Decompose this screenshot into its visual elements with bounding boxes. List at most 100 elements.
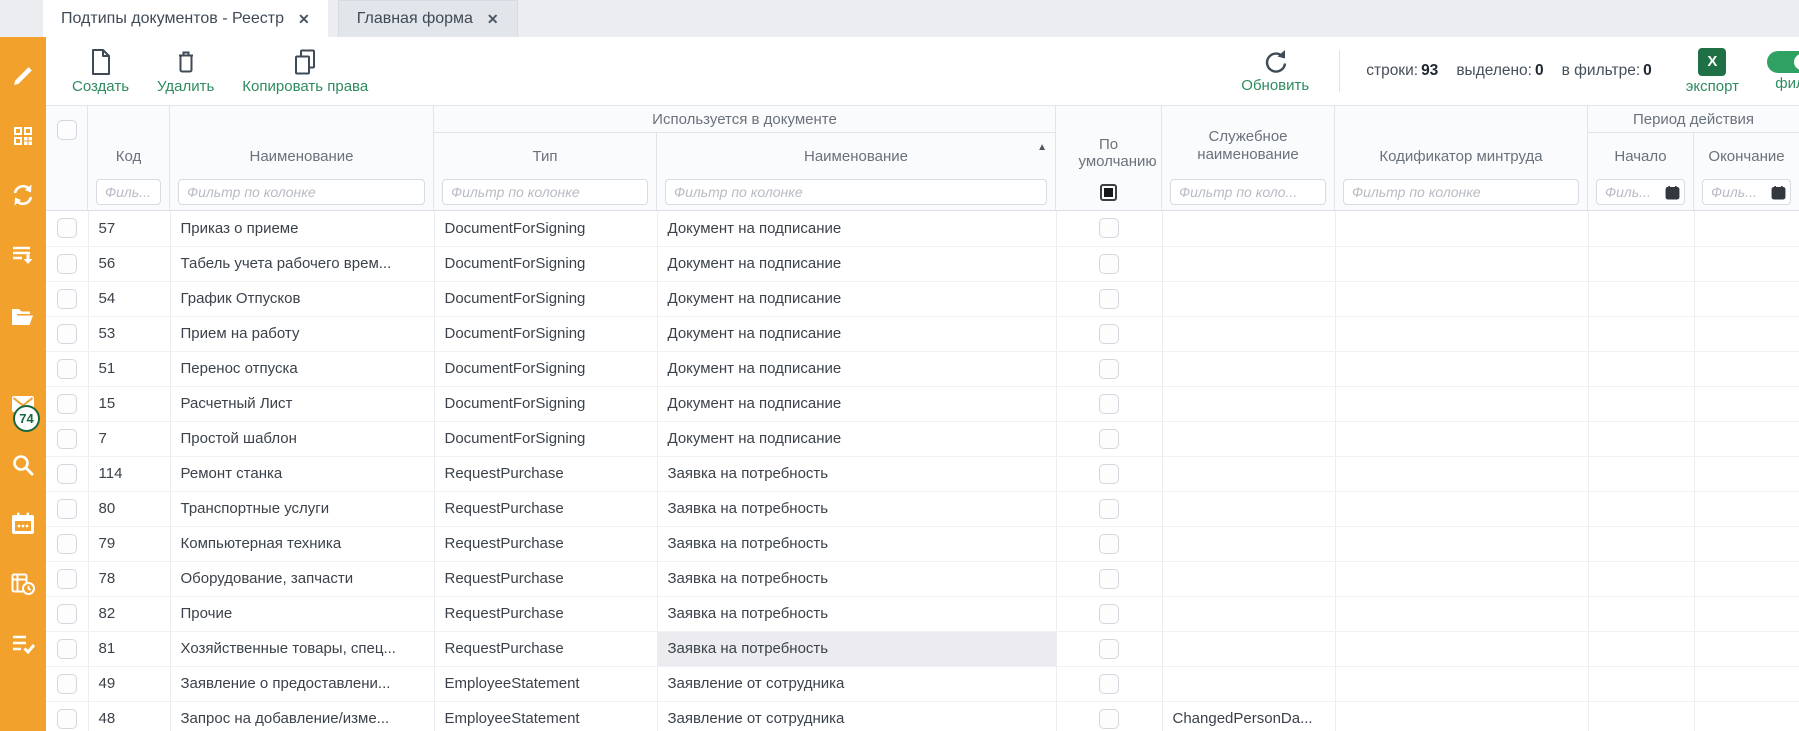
- tab-main-form[interactable]: Главная форма ✕: [338, 0, 518, 37]
- default-checkbox[interactable]: [1099, 359, 1119, 379]
- default-checkbox[interactable]: [1099, 429, 1119, 449]
- cell-type: RequestPurchase: [434, 561, 657, 596]
- cell-default: [1056, 561, 1162, 596]
- table-row[interactable]: 15Расчетный ЛистDocumentForSigningДокуме…: [46, 386, 1799, 421]
- type-filter-input[interactable]: [442, 179, 648, 205]
- table-row[interactable]: 114Ремонт станкаRequestPurchaseЗаявка на…: [46, 456, 1799, 491]
- row-checkbox[interactable]: [57, 534, 77, 554]
- default-checkbox[interactable]: [1099, 218, 1119, 238]
- calendar-icon[interactable]: [9, 510, 37, 538]
- cell-code: 114: [88, 456, 170, 491]
- table-row[interactable]: 80Транспортные услугиRequestPurchaseЗаяв…: [46, 491, 1799, 526]
- checklist-icon[interactable]: [9, 629, 37, 657]
- row-checkbox[interactable]: [57, 324, 77, 344]
- row-checkbox[interactable]: [57, 359, 77, 379]
- table-row[interactable]: 57Приказ о приемеDocumentForSigningДокум…: [46, 211, 1799, 246]
- report-clock-icon[interactable]: [9, 570, 37, 598]
- default-checkbox[interactable]: [1099, 639, 1119, 659]
- default-checkbox[interactable]: [1099, 394, 1119, 414]
- table-row[interactable]: 7Простой шаблонDocumentForSigningДокумен…: [46, 421, 1799, 456]
- filter-toggle-button[interactable]: фил: [1767, 51, 1799, 92]
- search-icon[interactable]: [9, 451, 37, 479]
- default-checkbox[interactable]: [1099, 709, 1119, 729]
- row-checkbox[interactable]: [57, 569, 77, 589]
- create-button[interactable]: Создать: [72, 48, 129, 95]
- row-select-cell: [46, 351, 88, 386]
- column-header-mintrud[interactable]: Кодификатор минтруда: [1335, 106, 1588, 175]
- close-icon[interactable]: ✕: [298, 12, 310, 26]
- cell-code: 80: [88, 491, 170, 526]
- column-header-type[interactable]: Тип: [434, 133, 657, 175]
- row-checkbox[interactable]: [57, 639, 77, 659]
- app-window: Подтипы документов - Реестр ✕ Главная фо…: [0, 0, 1799, 731]
- column-header-start[interactable]: Начало: [1588, 133, 1694, 175]
- select-all-checkbox[interactable]: [57, 120, 77, 140]
- default-checkbox[interactable]: [1099, 674, 1119, 694]
- default-checkbox[interactable]: [1099, 324, 1119, 344]
- close-icon[interactable]: ✕: [487, 12, 499, 26]
- table-row[interactable]: 78Оборудование, запчастиRequestPurchaseЗ…: [46, 561, 1799, 596]
- row-checkbox[interactable]: [57, 674, 77, 694]
- export-button[interactable]: X экспорт: [1686, 48, 1739, 95]
- column-header-code[interactable]: Код: [88, 106, 170, 175]
- name-filter-input[interactable]: [178, 179, 425, 205]
- calendar-picker-icon[interactable]: [1665, 185, 1680, 200]
- pencil-icon[interactable]: [9, 62, 37, 90]
- row-checkbox[interactable]: [57, 429, 77, 449]
- calendar-picker-icon[interactable]: [1771, 185, 1786, 200]
- cell-default: [1056, 351, 1162, 386]
- row-checkbox[interactable]: [57, 604, 77, 624]
- default-checkbox[interactable]: [1099, 604, 1119, 624]
- refresh-button[interactable]: Обновить: [1241, 48, 1309, 94]
- toggle-on-icon[interactable]: [1767, 51, 1799, 73]
- code-filter-input[interactable]: [96, 179, 161, 205]
- main-area: Создать Удалить Копировать права Обновит…: [46, 37, 1799, 731]
- column-header-doc-name[interactable]: Наименование ▲: [657, 133, 1056, 175]
- default-checkbox[interactable]: [1099, 289, 1119, 309]
- row-checkbox[interactable]: [57, 709, 77, 729]
- table-row[interactable]: 81Хозяйственные товары, спец...RequestPu…: [46, 631, 1799, 666]
- row-checkbox[interactable]: [57, 289, 77, 309]
- row-checkbox[interactable]: [57, 499, 77, 519]
- row-checkbox[interactable]: [57, 218, 77, 238]
- cell-mintrud: [1335, 631, 1588, 666]
- table-row[interactable]: 48Запрос на добавление/изме...EmployeeSt…: [46, 701, 1799, 731]
- row-checkbox[interactable]: [57, 394, 77, 414]
- service-filter-input[interactable]: [1170, 179, 1326, 205]
- column-header-name[interactable]: Наименование: [170, 106, 434, 175]
- row-checkbox[interactable]: [57, 254, 77, 274]
- table-row[interactable]: 54График ОтпусковDocumentForSigningДокум…: [46, 281, 1799, 316]
- default-checkbox[interactable]: [1099, 254, 1119, 274]
- table-row[interactable]: 53Прием на работуDocumentForSigningДокум…: [46, 316, 1799, 351]
- default-checkbox[interactable]: [1099, 499, 1119, 519]
- cell-code: 81: [88, 631, 170, 666]
- column-header-service-name[interactable]: Служебное наименование: [1162, 106, 1335, 175]
- delete-button[interactable]: Удалить: [157, 48, 214, 95]
- folder-open-icon[interactable]: [9, 303, 37, 331]
- column-header-end[interactable]: Окончание: [1694, 133, 1799, 175]
- table-row[interactable]: 51Перенос отпускаDocumentForSigningДокум…: [46, 351, 1799, 386]
- sync-icon[interactable]: [9, 181, 37, 209]
- default-checkbox[interactable]: [1099, 464, 1119, 484]
- table-row[interactable]: 56Табель учета рабочего врем...DocumentF…: [46, 246, 1799, 281]
- default-filter-checkbox[interactable]: [1100, 184, 1117, 201]
- copy-rights-button[interactable]: Копировать права: [242, 48, 368, 95]
- table-row[interactable]: 79Компьютерная техникаRequestPurchaseЗая…: [46, 526, 1799, 561]
- mintrud-filter-input[interactable]: [1343, 179, 1579, 205]
- cell-default: [1056, 281, 1162, 316]
- cell-name: Компьютерная техника: [170, 526, 434, 561]
- table-row[interactable]: 82ПрочиеRequestPurchaseЗаявка на потребн…: [46, 596, 1799, 631]
- cell-start: [1588, 456, 1694, 491]
- qr-code-icon[interactable]: [9, 122, 37, 150]
- column-header-default[interactable]: По умолчанию: [1056, 106, 1162, 175]
- row-checkbox[interactable]: [57, 464, 77, 484]
- list-download-icon[interactable]: [9, 241, 37, 269]
- cell-code: 54: [88, 281, 170, 316]
- default-checkbox[interactable]: [1099, 534, 1119, 554]
- tab-document-subtypes[interactable]: Подтипы документов - Реестр ✕: [43, 0, 328, 37]
- sort-asc-icon[interactable]: ▲: [1037, 142, 1047, 153]
- default-checkbox[interactable]: [1099, 569, 1119, 589]
- table-row[interactable]: 49Заявление о предоставлени...EmployeeSt…: [46, 666, 1799, 701]
- cell-start: [1588, 666, 1694, 701]
- doc-name-filter-input[interactable]: [665, 179, 1047, 205]
